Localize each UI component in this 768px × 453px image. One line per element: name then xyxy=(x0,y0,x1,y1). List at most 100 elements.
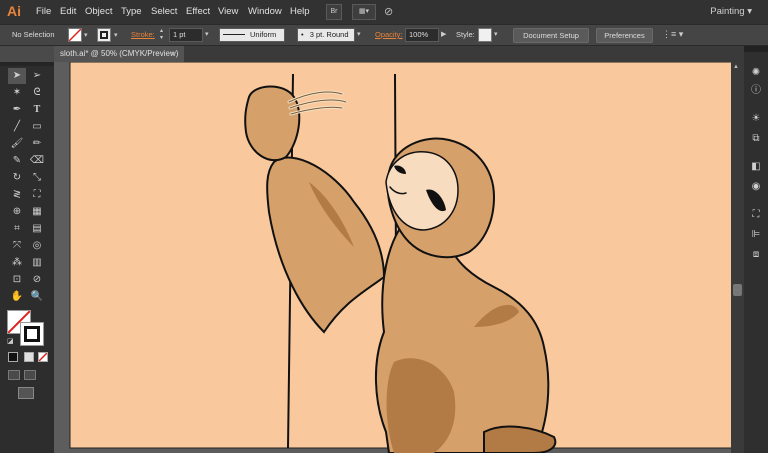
width-icon[interactable]: ≷ xyxy=(8,187,26,203)
color-guide-icon[interactable]: ✺ xyxy=(749,66,763,80)
variable-width-profile[interactable]: Uniform xyxy=(219,28,285,42)
eraser-icon[interactable]: ⌫ xyxy=(28,153,46,169)
scrollbar-thumb[interactable] xyxy=(733,284,742,296)
symbol-sprayer-icon[interactable]: ⁂ xyxy=(8,255,26,271)
stroke-weight-field[interactable]: 1 pt xyxy=(169,28,203,42)
arrange-documents-icon: ▦▾ xyxy=(358,8,370,15)
brush-dropdown-icon[interactable]: ▾ xyxy=(357,30,361,38)
pen-icon[interactable]: ✒ xyxy=(8,102,26,118)
screen-mode-icon[interactable] xyxy=(18,387,34,399)
eyedropper-icon[interactable]: ⤧ xyxy=(8,238,26,254)
workspace-switcher[interactable]: Painting ▾ xyxy=(710,0,752,24)
align-icon[interactable]: ⊫ xyxy=(749,228,763,242)
mesh-icon[interactable]: ⌗ xyxy=(8,221,26,237)
paintbrush-icon[interactable]: 🖌 xyxy=(8,136,26,152)
zoom-icon[interactable]: 🔍 xyxy=(28,289,46,305)
panel-options-icon[interactable]: ⋮≡ ▾ xyxy=(662,29,683,40)
scroll-up-icon[interactable]: ▲ xyxy=(733,64,739,70)
rectangle-icon[interactable]: ▭ xyxy=(28,119,46,135)
profile-label: Uniform xyxy=(250,30,277,39)
menu-effect[interactable]: Effect xyxy=(186,0,210,24)
none-mode-icon[interactable] xyxy=(38,352,48,362)
stroke-weight-dropdown-icon[interactable]: ▾ xyxy=(205,30,209,38)
graphic-style-swatch[interactable] xyxy=(478,28,492,42)
document-tab-title: sloth.ai* @ 50% (CMYK/Preview) xyxy=(60,49,179,58)
shape-builder-icon[interactable]: ⊕ xyxy=(8,204,26,220)
transparency-icon[interactable]: ◧ xyxy=(749,160,763,174)
hand-icon[interactable]: ✋ xyxy=(8,289,26,305)
default-colors-icon[interactable]: ◪ xyxy=(7,338,15,346)
scale-icon[interactable]: ⤡ xyxy=(28,170,46,186)
workspace-label: Painting xyxy=(710,6,745,17)
style-dropdown-icon[interactable]: ▾ xyxy=(494,30,498,38)
artboards-icon[interactable]: ⧉ xyxy=(749,132,763,146)
magic-wand-icon[interactable]: ✶ xyxy=(8,85,26,101)
gradient-mode-icon[interactable] xyxy=(24,352,34,362)
slice-icon[interactable]: ⊘ xyxy=(28,272,46,288)
fill-dropdown-icon[interactable]: ▾ xyxy=(84,31,88,39)
menu-edit[interactable]: Edit xyxy=(60,0,76,24)
perspective-grid-icon[interactable]: ▦ xyxy=(28,204,46,220)
layers-icon[interactable]: ◉ xyxy=(749,180,763,194)
close-tab-icon[interactable]: × xyxy=(170,46,175,62)
free-transform-icon[interactable]: ⛶ xyxy=(28,187,46,203)
pencil-icon[interactable]: ✏ xyxy=(28,136,46,152)
arrange-documents-button[interactable]: ▦▾ xyxy=(352,4,376,20)
stroke-label[interactable]: Stroke: xyxy=(131,30,155,39)
brush-dot-icon: • xyxy=(301,30,304,39)
menu-view[interactable]: View xyxy=(218,0,238,24)
menu-type[interactable]: Type xyxy=(121,0,142,24)
stroke-swatch[interactable] xyxy=(97,28,111,42)
stroke-weight-stepper-icon[interactable]: ▴ ▾ xyxy=(160,28,163,42)
draw-mode-icon[interactable] xyxy=(8,370,20,380)
rotate-icon[interactable]: ↻ xyxy=(8,170,26,186)
tools-panel-grip[interactable] xyxy=(0,62,54,66)
document-tab[interactable]: sloth.ai* @ 50% (CMYK/Preview) xyxy=(54,46,184,62)
document-setup-button[interactable]: Document Setup xyxy=(513,28,589,43)
bridge-button[interactable]: Br xyxy=(326,4,342,20)
stroke-color-icon xyxy=(100,31,108,39)
lasso-icon[interactable]: ᘓ xyxy=(28,85,46,101)
gpu-performance-icon[interactable]: ⊘ xyxy=(384,5,400,19)
style-label: Style: xyxy=(456,30,475,39)
artwork-canvas[interactable] xyxy=(54,62,731,453)
color-mode-icon[interactable] xyxy=(8,352,18,362)
menu-select[interactable]: Select xyxy=(151,0,177,24)
column-graph-icon[interactable]: ▥ xyxy=(28,255,46,271)
type-icon[interactable]: T xyxy=(28,102,46,118)
blend-icon[interactable]: ◎ xyxy=(28,238,46,254)
stroke-black-icon xyxy=(24,326,40,342)
opacity-field[interactable]: 100% xyxy=(405,28,439,42)
menu-file[interactable]: File xyxy=(36,0,51,24)
info-icon[interactable]: ⓘ xyxy=(749,84,763,98)
canvas-area[interactable] xyxy=(54,62,731,453)
direct-selection-icon[interactable]: ➢ xyxy=(28,68,46,84)
preferences-button[interactable]: Preferences xyxy=(596,28,653,43)
menu-help[interactable]: Help xyxy=(290,0,310,24)
line-segment-icon[interactable]: ╱ xyxy=(8,119,26,135)
artboard-icon[interactable]: ⊡ xyxy=(8,272,26,288)
stroke-color-box[interactable] xyxy=(20,322,44,346)
draw-inside-icon[interactable] xyxy=(24,370,36,380)
brush-definition[interactable]: • 3 pt. Round xyxy=(297,28,355,42)
none-slash-icon xyxy=(38,352,48,362)
selection-icon[interactable]: ➤ xyxy=(8,68,26,84)
brush-label: 3 pt. Round xyxy=(309,30,349,39)
menu-window[interactable]: Window xyxy=(248,0,282,24)
app-logo: Ai xyxy=(7,3,21,19)
selection-status: No Selection xyxy=(12,30,55,39)
opacity-dropdown-icon[interactable]: ▶ xyxy=(441,30,446,38)
fill-swatch[interactable] xyxy=(68,28,82,42)
transform-icon[interactable]: ⛶ xyxy=(749,208,763,222)
gradient-icon[interactable]: ▤ xyxy=(28,221,46,237)
blob-brush-icon[interactable]: ✎ xyxy=(8,153,26,169)
dock-grip[interactable] xyxy=(744,46,768,52)
menu-object[interactable]: Object xyxy=(85,0,112,24)
vertical-scrollbar[interactable]: ▲ xyxy=(731,62,744,453)
tools-panel: ➤ ➢ ✶ ᘓ ✒ T ╱ ▭ 🖌 ✏ ✎ ⌫ ↻ ⤡ ≷ ⛶ ⊕ ▦ ⌗ ▤ … xyxy=(0,62,54,453)
panel-dock: ✺ ⓘ ☀ ⧉ ◧ ◉ ⛶ ⊫ ⧈ xyxy=(744,46,768,453)
opacity-label[interactable]: Opacity: xyxy=(375,30,403,39)
stroke-dropdown-icon[interactable]: ▾ xyxy=(114,31,118,39)
appearance-icon[interactable]: ☀ xyxy=(749,112,763,126)
pathfinder-icon[interactable]: ⧈ xyxy=(749,248,763,262)
